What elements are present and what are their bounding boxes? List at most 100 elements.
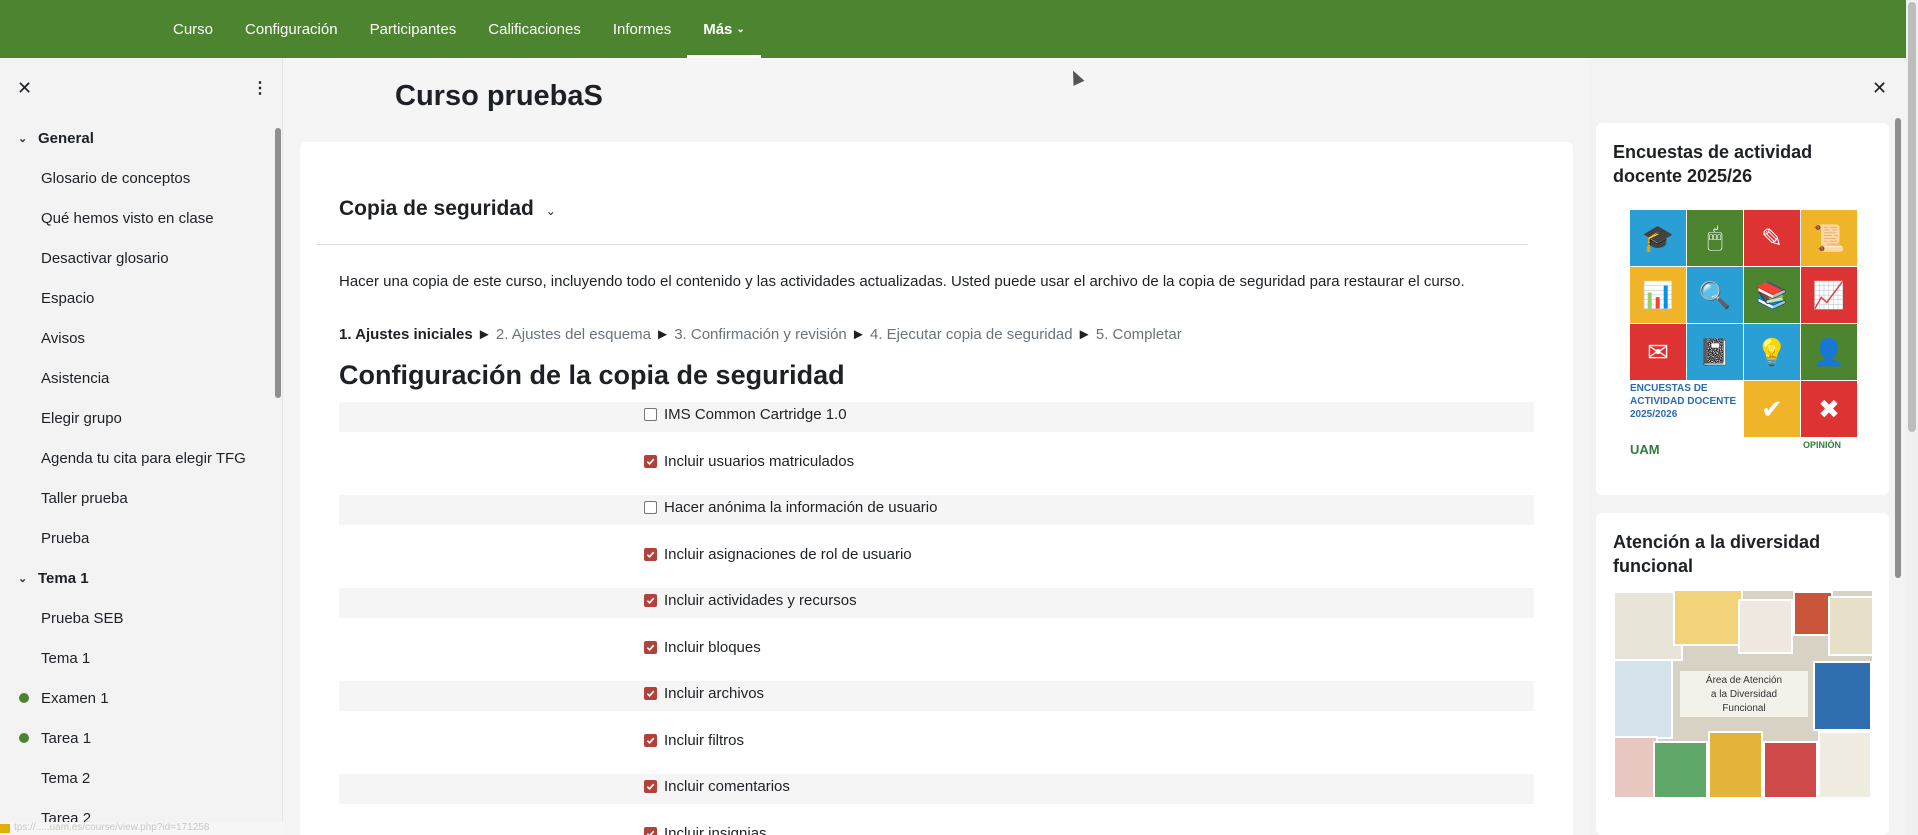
nav-participantes[interactable]: Participantes (354, 0, 473, 58)
index-item[interactable]: Tema 1 (0, 638, 275, 678)
window-scrollbar[interactable] (1906, 0, 1918, 835)
graduate-icon: 👤 (1801, 324, 1857, 380)
backup-option[interactable]: Hacer anónima la información de usuario (644, 499, 937, 516)
index-item[interactable]: Tema 2 (0, 758, 275, 798)
backup-option[interactable]: Incluir asignaciones de rol de usuario (644, 546, 912, 563)
course-index-list: ⌄ General Glosario de conceptos Qué hemo… (0, 118, 275, 835)
drawer-scrollbar-thumb[interactable] (275, 128, 281, 398)
window-scrollbar-thumb[interactable] (1908, 2, 1916, 432)
backup-option-label: Incluir asignaciones de rol de usuario (664, 545, 912, 563)
backup-option-label: Incluir filtros (664, 731, 745, 749)
completion-dot-icon (19, 693, 29, 703)
mouse-cursor-icon (1067, 68, 1085, 86)
config-title: Configuración de la copia de seguridad (339, 360, 845, 390)
backup-option[interactable]: Incluir insignias (644, 825, 767, 835)
index-item[interactable]: Desactivar glosario (0, 238, 275, 278)
status-indicator (0, 824, 10, 833)
index-item[interactable]: Qué hemos visto en clase (0, 198, 275, 238)
chevron-down-icon: ⌄ (18, 132, 28, 145)
close-icon[interactable]: ✕ (17, 78, 32, 99)
checkbox-unchecked[interactable] (644, 501, 657, 514)
backup-option-row: Incluir bloques (339, 635, 1534, 682)
check-icon (646, 737, 655, 744)
backup-option[interactable]: Incluir filtros (644, 732, 744, 749)
index-item[interactable]: Avisos (0, 318, 275, 358)
encuestas-poster-image[interactable]: 🎓 🖱 ✎ 📜 📊 🔍 📚 📈 ✉ 📓 💡 👤 ✔ ✖ ENCUESTAS DE… (1630, 210, 1857, 460)
backup-option-row: IMS Common Cartridge 1.0 (339, 402, 1534, 449)
row-band (339, 681, 1534, 711)
backup-option[interactable]: IMS Common Cartridge 1.0 (644, 406, 847, 423)
pencil-icon: ✎ (1744, 210, 1800, 266)
nav-mas-label: Más (703, 20, 733, 38)
backup-option-label: Incluir insignias (664, 824, 767, 835)
index-item[interactable]: Agenda tu cita para elegir TFG (0, 438, 275, 478)
checkbox-unchecked[interactable] (644, 408, 657, 421)
backup-option[interactable]: Incluir comentarios (644, 778, 790, 795)
check-icon (646, 644, 655, 651)
chevron-down-icon: ⌄ (736, 23, 745, 35)
check-icon: ✔ (1744, 381, 1800, 437)
drawer-scrollbar[interactable] (275, 118, 281, 833)
diversidad-collage-image[interactable]: Área de Atención a la Diversidad Funcion… (1613, 591, 1872, 799)
index-item[interactable]: Taller prueba (0, 478, 275, 518)
index-item[interactable]: Prueba (0, 518, 275, 558)
drawer-scrollbar[interactable] (1894, 118, 1902, 833)
index-item[interactable]: Prueba SEB (0, 598, 275, 638)
index-item-label: Examen 1 (41, 689, 109, 707)
index-item[interactable]: Espacio (0, 278, 275, 318)
section-tema-1[interactable]: ⌄ Tema 1 (0, 558, 275, 598)
backup-option[interactable]: Incluir bloques (644, 639, 761, 656)
section-general[interactable]: ⌄ General (0, 118, 275, 158)
backup-heading-dropdown[interactable]: Copia de seguridad ⌄ (339, 197, 556, 221)
backup-option[interactable]: Incluir actividades y recursos (644, 592, 857, 609)
collage-label: Área de Atención a la Diversidad Funcion… (1680, 671, 1808, 717)
checkbox-checked[interactable] (644, 826, 657, 835)
checkbox-checked[interactable] (644, 733, 657, 747)
row-band (339, 774, 1534, 804)
backup-option-row: Incluir filtros (339, 728, 1534, 775)
checkbox-checked[interactable] (644, 780, 657, 793)
backup-option-row: Incluir comentarios (339, 774, 1534, 821)
block-title: Atención a la diversidad funcional (1613, 532, 1821, 576)
kebab-menu-icon[interactable]: ⋮ (252, 78, 268, 98)
checkbox-checked[interactable] (644, 547, 657, 561)
backup-option[interactable]: Incluir archivos (644, 685, 764, 702)
backup-option-row: Incluir usuarios matriculados (339, 449, 1534, 496)
close-icon[interactable]: ✕ (1872, 78, 1887, 99)
index-item[interactable]: Glosario de conceptos (0, 158, 275, 198)
status-bar-url: tps://.....uam.es/course/view.php?id=171… (0, 822, 283, 835)
checkbox-checked[interactable] (644, 640, 657, 654)
checkbox-checked[interactable] (644, 454, 657, 468)
index-item[interactable]: Asistencia (0, 358, 275, 398)
backup-option-label: Incluir comentarios (664, 778, 790, 795)
index-item-completed[interactable]: Tarea 1 (0, 718, 275, 758)
index-item[interactable]: Elegir grupo (0, 398, 275, 438)
block-encuestas: Encuestas de actividad docente 2025/26 🎓… (1596, 123, 1889, 495)
graduation-cap-icon: 🎓 (1630, 210, 1686, 266)
nav-mas[interactable]: Más ⌄ (687, 0, 761, 58)
photo (1708, 731, 1763, 799)
block-title: Encuestas de actividad docente 2025/26 (1613, 142, 1813, 186)
drawer-scrollbar-thumb[interactable] (1895, 118, 1901, 578)
photo (1813, 661, 1872, 731)
nav-curso[interactable]: Curso (157, 0, 229, 58)
checkbox-checked[interactable] (644, 594, 657, 607)
mail-icon: ✉ (1630, 324, 1686, 380)
backup-card: Copia de seguridad ⌄ Hacer una copia de … (300, 142, 1573, 835)
nav-configuracion[interactable]: Configuración (229, 0, 354, 58)
row-band (339, 588, 1534, 618)
mouse-icon: 🖱 (1687, 210, 1743, 266)
step-arrow-icon: ► (850, 326, 866, 343)
index-item-completed[interactable]: Examen 1 (0, 678, 275, 718)
checkbox-checked[interactable] (644, 687, 657, 700)
backup-option[interactable]: Incluir usuarios matriculados (644, 453, 854, 470)
opinion-logo: OPINIÓN (1803, 440, 1842, 450)
nav-calificaciones[interactable]: Calificaciones (472, 0, 597, 58)
drawer-header: ✕ ⋮ (0, 58, 282, 118)
nav-informes[interactable]: Informes (597, 0, 687, 58)
backup-option-label: Incluir actividades y recursos (664, 592, 857, 609)
diploma-icon: 📜 (1801, 210, 1857, 266)
backup-option-label: Incluir bloques (664, 638, 761, 656)
photo (1738, 599, 1793, 654)
backup-option-label: Hacer anónima la información de usuario (664, 499, 938, 516)
